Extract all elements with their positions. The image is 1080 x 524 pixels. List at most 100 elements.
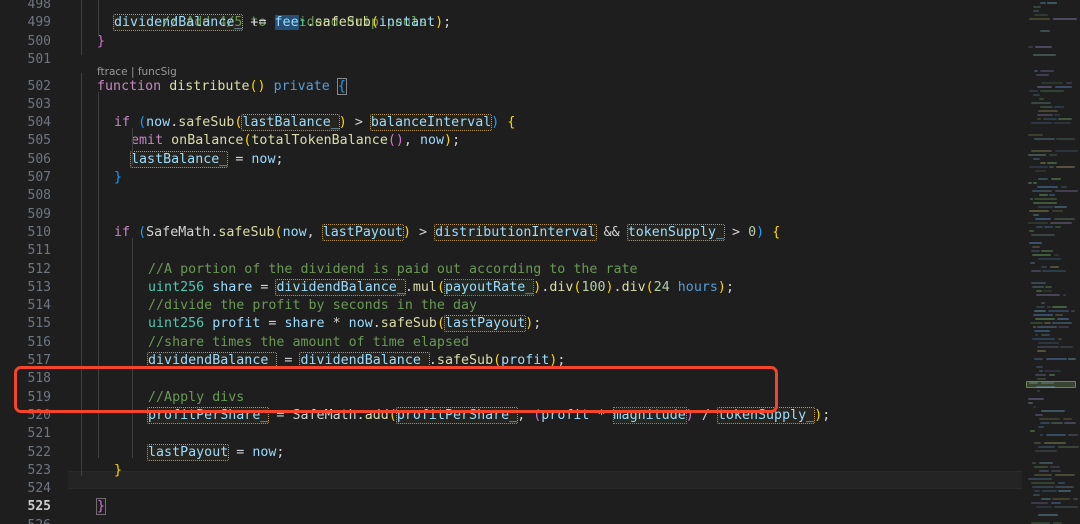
- token-fee: fee: [274, 15, 299, 31]
- token-paren: (): [387, 133, 404, 149]
- minimap-line: [1034, 14, 1048, 16]
- code-line-505[interactable]: emit onBalance(totalTokenBalance(), now)…: [131, 132, 460, 150]
- token-now: now: [146, 115, 171, 131]
- minimap-line: [1048, 310, 1069, 312]
- minimap-line: [1049, 374, 1055, 376]
- minimap-line: [1053, 18, 1077, 20]
- code-line-512[interactable]: //A portion of the dividend is paid out …: [148, 261, 638, 279]
- token-now: now: [251, 151, 276, 167]
- minimap-line: [1037, 378, 1046, 380]
- minimap-line: [1054, 218, 1075, 220]
- minimap-line: [1055, 486, 1074, 488]
- minimap[interactable]: [1022, 0, 1080, 524]
- minimap-line: [1060, 346, 1073, 348]
- line-number: 515: [27, 316, 51, 332]
- token-payoutRate: payoutRate_: [443, 278, 535, 296]
- token-SafeMath: SafeMath: [146, 224, 211, 240]
- token-distribute: distribute: [169, 78, 250, 94]
- code-content[interactable]: // Add 4/5 to dividend drip pools divide…: [68, 0, 1022, 524]
- minimap-line: [1037, 390, 1040, 392]
- code-line-515[interactable]: uint256 profit = share * now.safeSub(las…: [148, 315, 541, 333]
- code-line-510[interactable]: if (SafeMath.safeSub(now, lastPayout) > …: [114, 223, 781, 242]
- token-mul: mul: [412, 279, 437, 295]
- minimap-line: [1031, 102, 1051, 104]
- token-brace-open: {: [772, 224, 781, 240]
- token-keyword-emit: emit: [131, 133, 164, 149]
- code-line-504[interactable]: if (now.safeSub(lastBalance_) > balanceI…: [114, 114, 515, 132]
- code-line-519[interactable]: //Apply divs: [148, 389, 244, 407]
- code-line-525[interactable]: }: [95, 498, 107, 516]
- code-line-523[interactable]: }: [114, 462, 122, 480]
- minimap-line: [1034, 442, 1041, 444]
- minimap-line: [1058, 338, 1062, 340]
- arrow-up-icon: ↑: [298, 15, 307, 31]
- minimap-line: [1041, 410, 1065, 412]
- code-line-498[interactable]: // Add 4/5 to dividend drip pools: [114, 0, 427, 30]
- minimap-line: [1041, 302, 1045, 304]
- minimap-line: [1028, 402, 1033, 404]
- line-number: 517: [27, 353, 51, 368]
- minimap-line: [1036, 294, 1060, 296]
- minimap-line: [1052, 322, 1072, 324]
- minimap-line: [1031, 482, 1055, 484]
- code-line-506[interactable]: lastBalance_ = now;: [129, 150, 284, 169]
- line-number: 518: [27, 371, 51, 387]
- minimap-line: [1034, 310, 1046, 312]
- codelens-ftrace-funcsig[interactable]: ftrace | funcSig: [97, 63, 177, 81]
- token-totalTokenBalance: totalTokenBalance: [251, 133, 388, 149]
- minimap-line: [1056, 166, 1075, 168]
- token-div: div: [621, 279, 646, 295]
- token-paren: ): [605, 279, 614, 295]
- minimap-line: [1041, 250, 1053, 252]
- minimap-line: [1049, 154, 1057, 156]
- minimap-line: [1037, 186, 1058, 188]
- minimap-line: [1033, 214, 1039, 216]
- token-number-24: 24: [653, 279, 670, 295]
- minimap-line: [1050, 266, 1059, 268]
- code-line-513[interactable]: uint256 share = dividendBalance_.mul(pay…: [148, 278, 734, 297]
- token-paren: (: [493, 353, 502, 368]
- line-number: 526: [1, 517, 51, 524]
- code-line-522[interactable]: lastPayout = now;: [146, 443, 284, 462]
- token-safeSub: safeSub: [436, 353, 494, 368]
- minimap-line: [1029, 90, 1038, 92]
- token-profitPerShare: profitPerShare_: [146, 406, 270, 424]
- token-number-100: 100: [581, 279, 606, 295]
- minimap-line: [1028, 154, 1046, 156]
- code-line-517[interactable]: dividendBalance_ = dividendBalance_.safe…: [146, 352, 565, 370]
- minimap-line: [1053, 122, 1071, 124]
- minimap-line: [1061, 186, 1067, 188]
- token-brace-close: }: [114, 462, 123, 478]
- code-line-516[interactable]: //share times the amount of time elapsed: [148, 334, 469, 352]
- minimap-line: [1055, 226, 1061, 228]
- minimap-line: [1055, 86, 1072, 88]
- minimap-line: [1054, 206, 1067, 208]
- line-number: 501: [27, 51, 51, 67]
- code-line-499[interactable]: dividendBalance_ += fee↑.safeSub(instant…: [112, 14, 451, 32]
- minimap-line: [1030, 262, 1035, 264]
- token-comma: ,: [306, 224, 323, 240]
- line-number: 500: [27, 33, 51, 49]
- token-now: now: [282, 224, 307, 240]
- code-line-520[interactable]: profitPerShare_ = SafeMath.add(profitPer…: [146, 406, 830, 425]
- code-line-514[interactable]: //divide the profit by seconds in the da…: [148, 297, 477, 315]
- minimap-line: [1033, 94, 1040, 96]
- indent-guide: [132, 128, 133, 165]
- line-number: 521: [27, 426, 51, 442]
- token-SafeMath: SafeMath: [292, 407, 357, 423]
- minimap-line: [1055, 474, 1075, 476]
- token-add: add: [364, 407, 389, 423]
- token-unit-hours: hours: [677, 279, 718, 295]
- indent-guide: [81, 0, 82, 55]
- token-assign: =: [252, 279, 277, 295]
- token-paren: ): [717, 279, 726, 295]
- token-dividendBalance: dividendBalance_: [275, 278, 406, 296]
- code-editor[interactable]: // Add 4/5 to dividend drip pools divide…: [0, 0, 1080, 524]
- code-line-507[interactable]: }: [114, 169, 122, 187]
- minimap-line: [1066, 82, 1072, 84]
- minimap-line: [1044, 226, 1053, 228]
- line-number: 519: [27, 389, 51, 405]
- minimap-line: [1054, 506, 1078, 508]
- token-now: now: [252, 444, 277, 460]
